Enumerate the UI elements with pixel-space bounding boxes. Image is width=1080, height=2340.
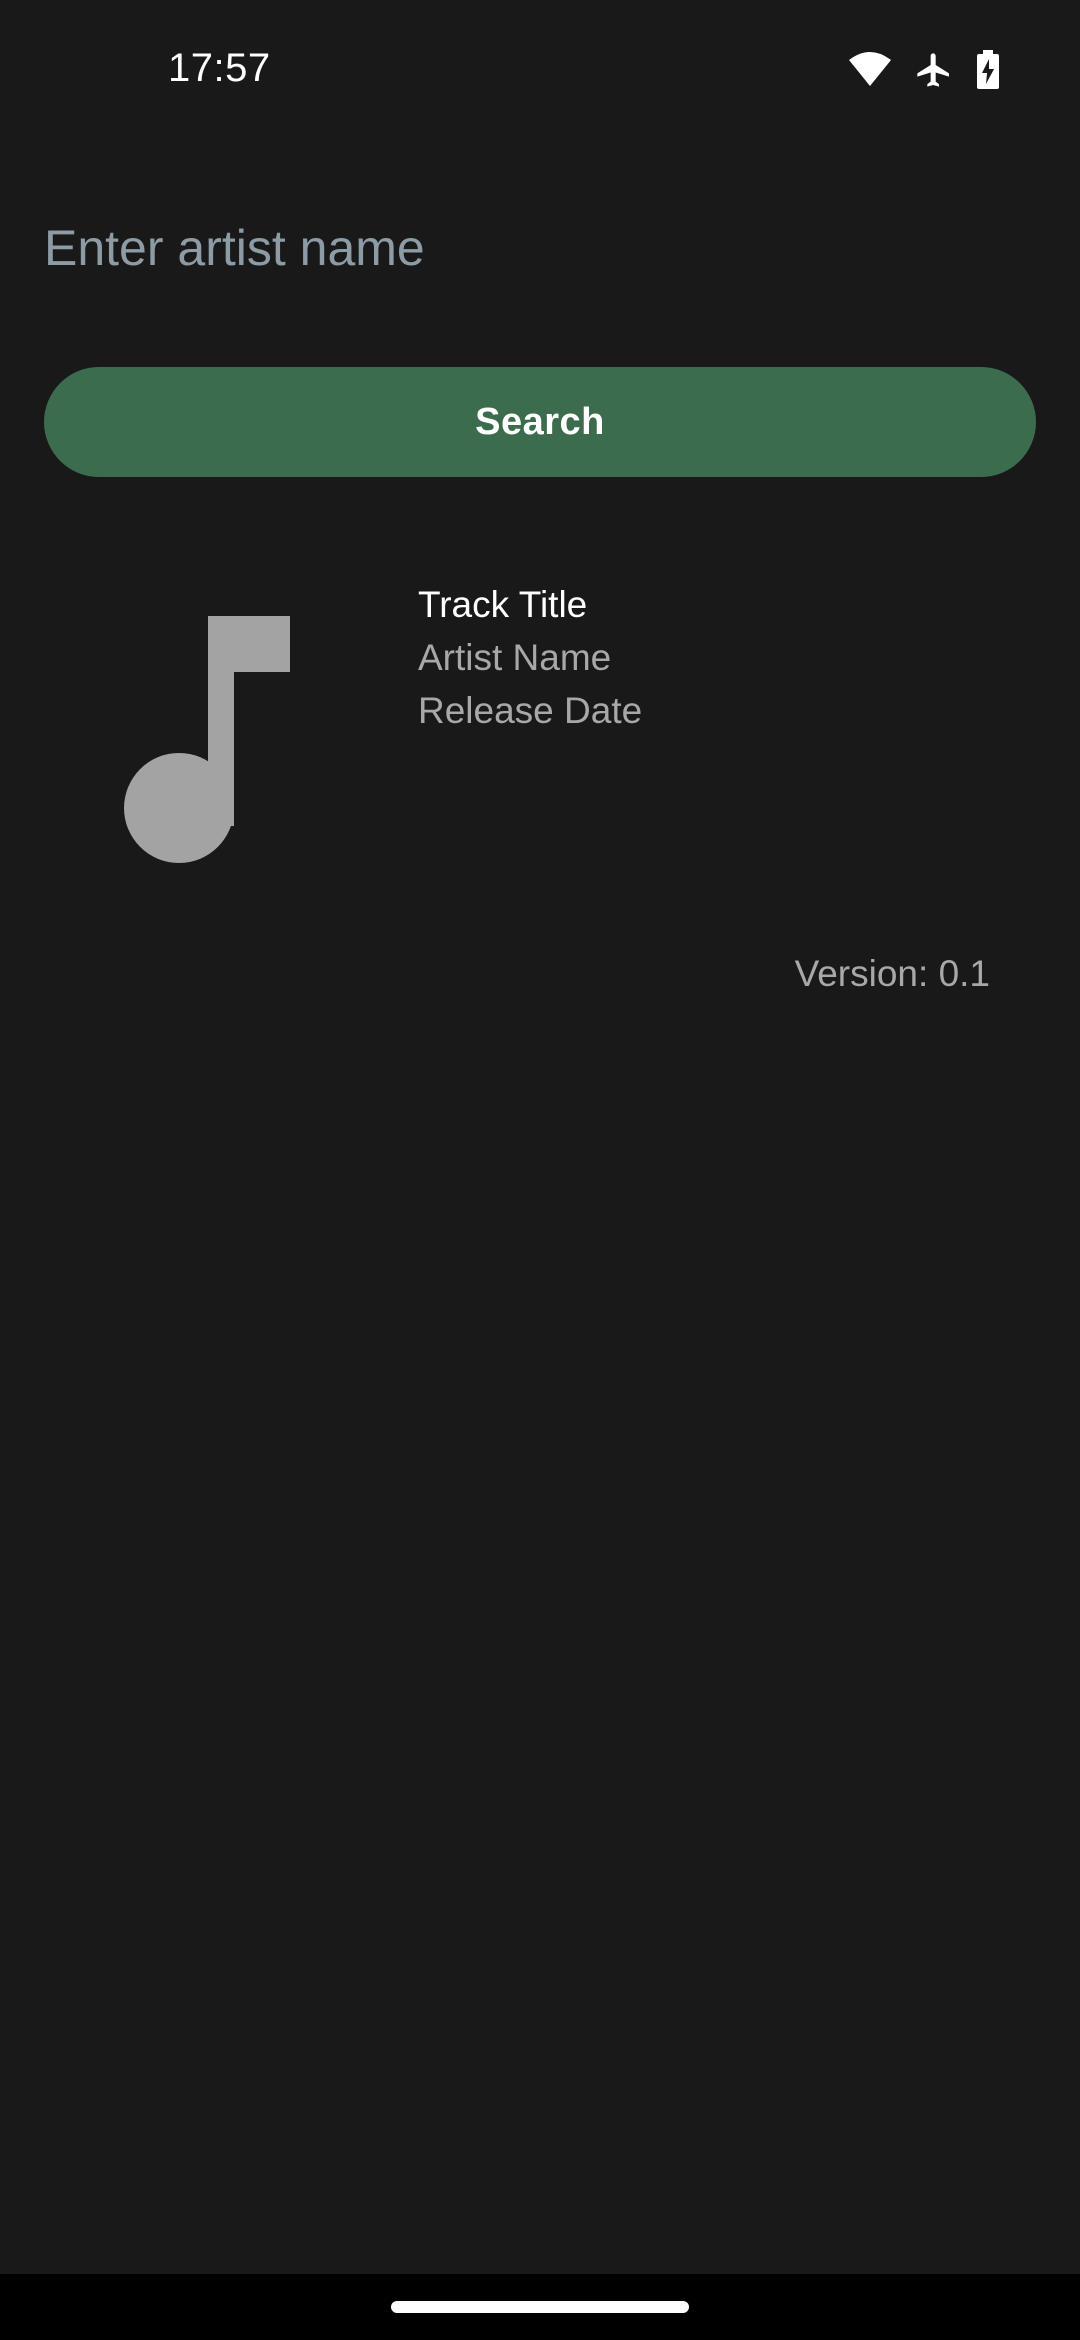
track-info: Track Title Artist Name Release Date: [418, 578, 642, 737]
status-time: 17:57: [168, 46, 271, 90]
track-title: Track Title: [418, 584, 588, 625]
wifi-icon: [848, 52, 892, 88]
track-artist: Artist Name: [418, 637, 612, 678]
music-note-icon: [124, 616, 344, 876]
airplane-mode-icon: [914, 50, 954, 90]
status-icons: [848, 50, 1000, 90]
app-screen: 17:57 Search: [0, 0, 1080, 2340]
search-button[interactable]: Search: [44, 367, 1036, 477]
battery-charging-icon: [976, 50, 1000, 90]
track-release-date: Release Date: [418, 690, 643, 731]
artist-name-input[interactable]: [44, 208, 1034, 288]
home-gesture-handle[interactable]: [391, 2301, 689, 2313]
track-list-item[interactable]: Track Title Artist Name Release Date: [44, 570, 1036, 890]
status-bar: 17:57: [0, 0, 1080, 140]
version-label: Version: 0.1: [794, 953, 990, 994]
